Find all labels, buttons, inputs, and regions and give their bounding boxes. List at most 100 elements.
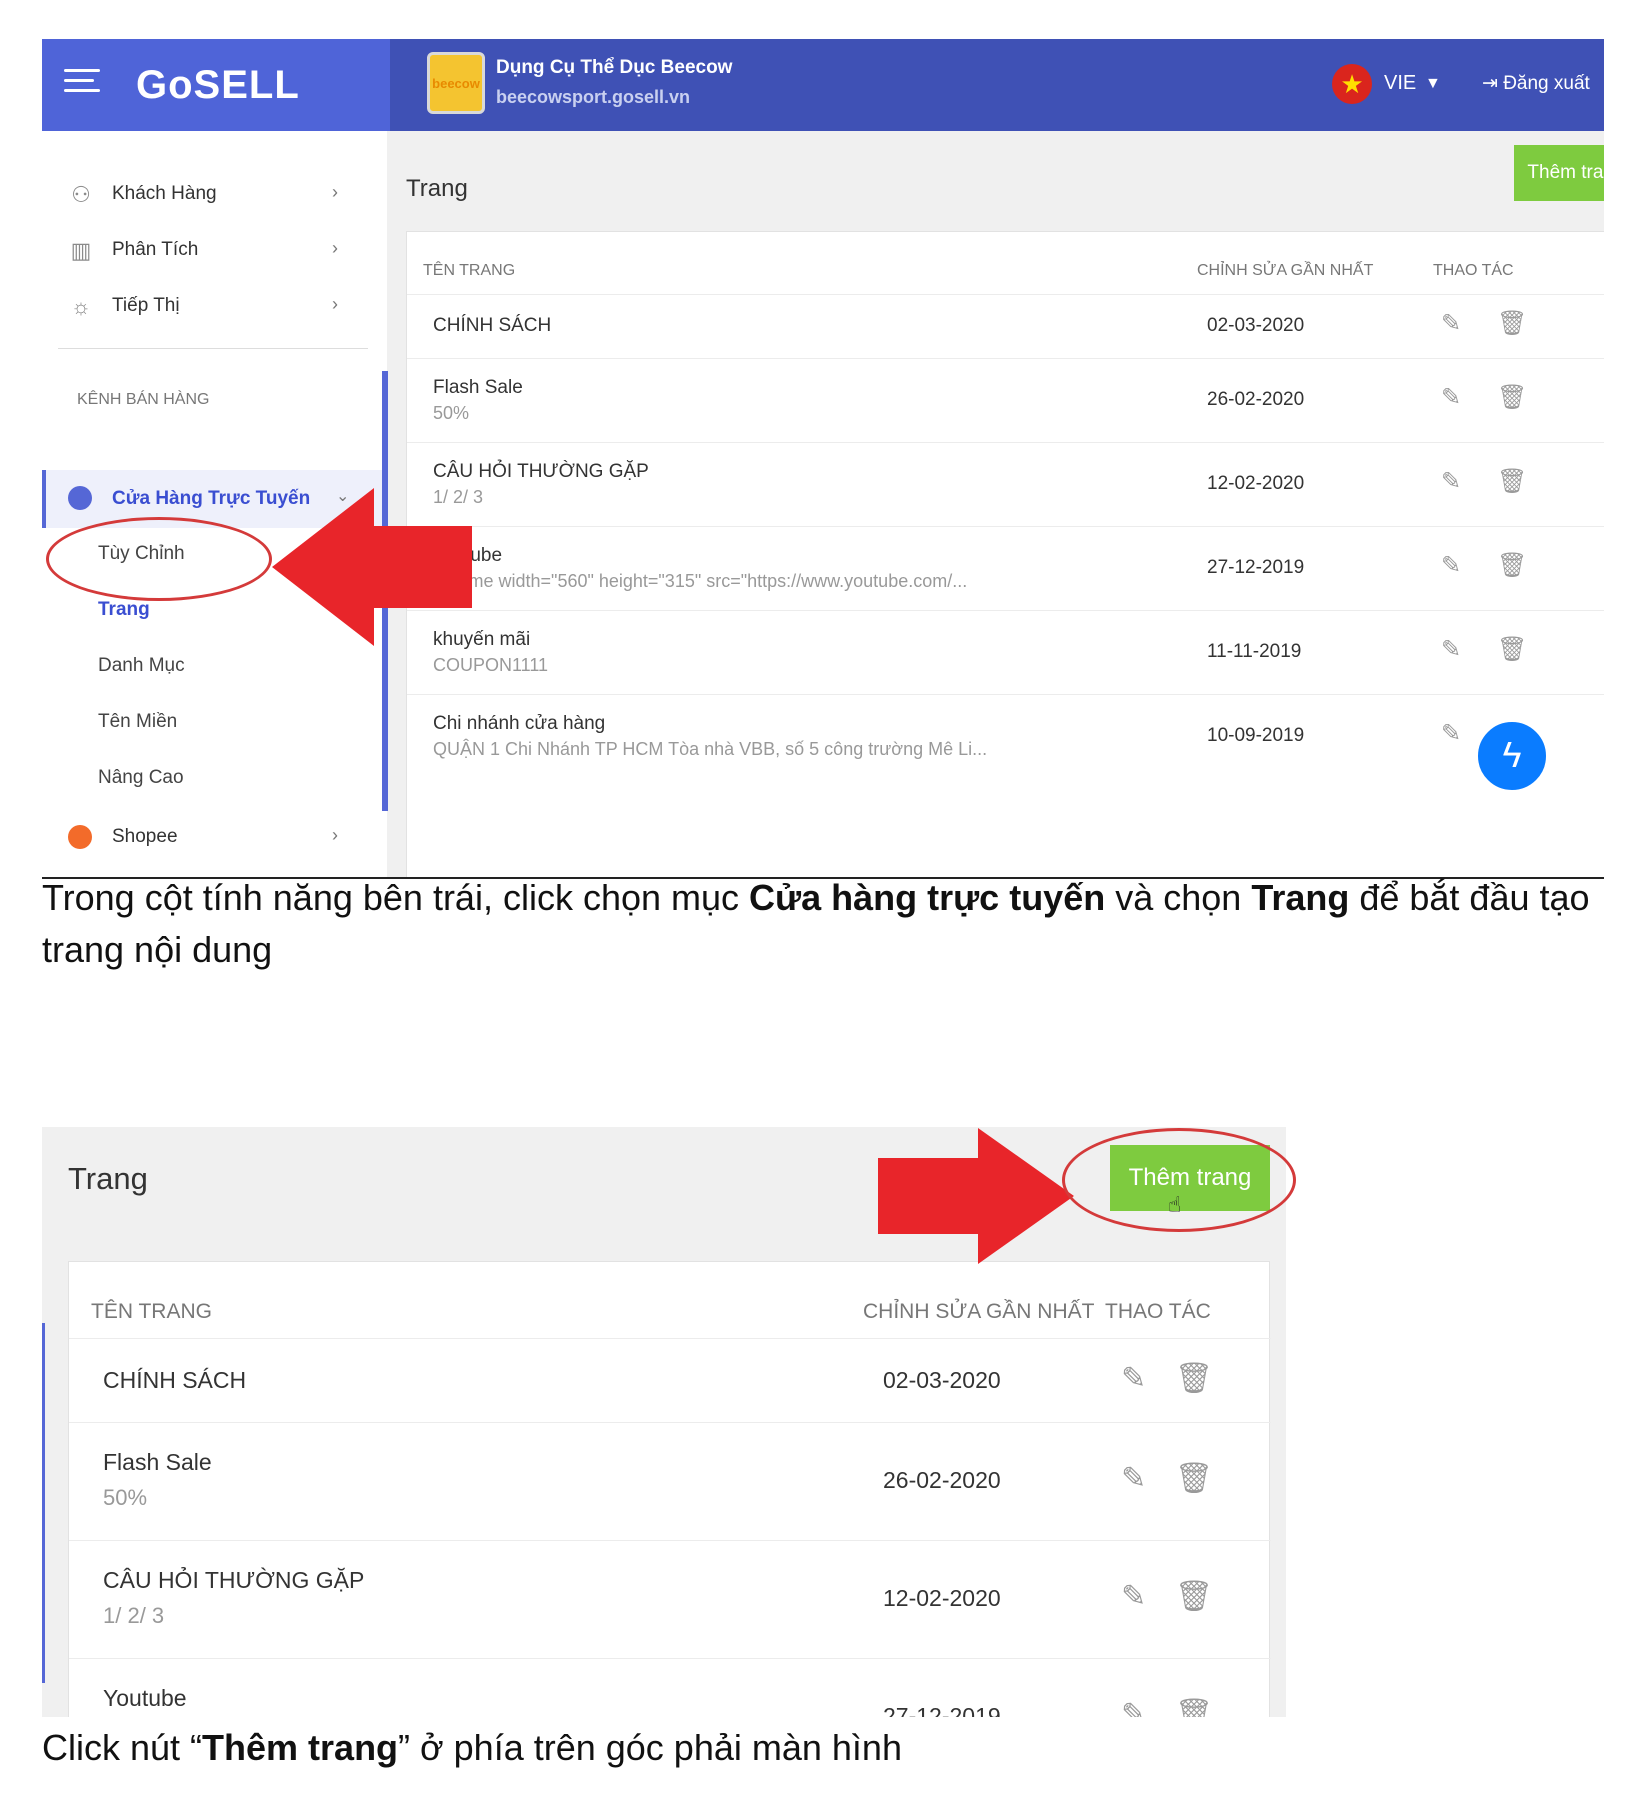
language-label[interactable]: VIE (1384, 72, 1416, 95)
store-logo: beecow (427, 52, 485, 114)
page-name: Flash Sale (103, 1449, 212, 1475)
caption-text: Trong cột tính năng bên trái, click chọn… (42, 877, 750, 918)
last-edited-date: 02-03-2020 (1207, 315, 1305, 336)
trash-icon[interactable]: 🗑 (1497, 309, 1527, 338)
sidebar-item-analytics[interactable]: ▥ Phân Tích › (42, 222, 387, 278)
main-content: Trang Thêm trang TÊN TRANG CHỈNH SỬA GẦN… (390, 131, 1604, 877)
edit-icon[interactable]: ✎ (1441, 551, 1461, 580)
page-excerpt: 1/ 2/ 3 (103, 1603, 165, 1628)
page-title: Trang (406, 175, 468, 202)
last-edited-date: 02-03-2020 (883, 1367, 1001, 1393)
page-name: Youtube (103, 1685, 187, 1711)
edit-icon[interactable]: ✎ (1441, 467, 1461, 496)
page-name: Flash Sale (433, 377, 523, 398)
trash-icon[interactable]: 🗑 (1497, 635, 1527, 664)
app-logo: GoSELL (136, 63, 300, 107)
column-header-page-name: TÊN TRANG (91, 1300, 212, 1323)
column-header-last-edited: CHỈNH SỬA GẦN NHẤT (1197, 262, 1374, 279)
vietnam-flag-icon[interactable]: ★ (1332, 64, 1372, 104)
sidebar-item-label: Tiếp Thị (112, 295, 180, 316)
page-name: CÂU HỎI THƯỜNG GẶP (103, 1567, 365, 1593)
customers-icon: ⚇ (71, 182, 91, 207)
page-excerpt: 50% (103, 1485, 148, 1510)
table-row[interactable]: Youtube <iframe width="560" height="315"… (407, 526, 1604, 610)
last-edited-date: 27-12-2019 (883, 1703, 1001, 1717)
table-row[interactable]: khuyến mãi COUPON1111 11-11-2019 ✎ 🗑 (407, 610, 1604, 694)
logout-button[interactable]: ⇥ Đăng xuất (1482, 72, 1590, 95)
page-name: Chi nhánh cửa hàng (433, 713, 606, 734)
highlight-ellipse (46, 517, 272, 601)
instruction-caption-1: Trong cột tính năng bên trái, click chọn… (42, 872, 1602, 976)
messenger-chat-button[interactable]: ϟ (1474, 718, 1550, 794)
caption-bold: Cửa hàng trực tuyến (749, 877, 1106, 918)
last-edited-date: 10-09-2019 (1207, 725, 1305, 746)
column-header-actions: THAO TÁC (1433, 262, 1514, 279)
trash-icon[interactable]: 🗑 (1497, 551, 1527, 580)
store-url: beecowsport.gosell.vn (496, 87, 691, 107)
trash-icon[interactable]: 🗑 (1497, 383, 1527, 412)
caption-bold: Trang (1251, 877, 1350, 918)
trash-icon[interactable]: 🗑 (1497, 467, 1527, 496)
edit-icon[interactable]: ✎ (1121, 1461, 1146, 1496)
screenshot-sidebar-navigation: GoSELL beecow Dụng Cụ Thể Dục Beecow bee… (42, 39, 1604, 879)
add-page-button[interactable]: Thêm trang (1514, 145, 1604, 201)
edit-icon[interactable]: ✎ (1121, 1579, 1146, 1614)
edit-icon[interactable]: ✎ (1121, 1697, 1146, 1717)
page-name: CHÍNH SÁCH (103, 1367, 247, 1393)
analytics-icon: ▥ (70, 238, 92, 263)
page-excerpt: COUPON1111 (433, 655, 549, 675)
page-excerpt: QUẬN 1 Chi Nhánh TP HCM Tòa nhà VBB, số … (433, 739, 988, 759)
table-row[interactable]: Youtube 27-12-2019 ✎ 🗑 (69, 1658, 1271, 1717)
hand-cursor-icon: ☝ (1168, 1192, 1182, 1217)
sidebar-sub-item-advanced[interactable]: Nâng Cao (98, 767, 184, 789)
trash-icon[interactable]: 🗑 (1175, 1579, 1213, 1614)
table-row[interactable]: CÂU HỎI THƯỜNG GẶP 1/ 2/ 3 12-02-2020 ✎ … (69, 1540, 1271, 1658)
chevron-right-icon: › (332, 182, 338, 202)
top-bar: GoSELL beecow Dụng Cụ Thể Dục Beecow bee… (42, 39, 1604, 131)
annotation-arrow-left-icon (272, 488, 472, 646)
last-edited-date: 11-11-2019 (1207, 641, 1302, 662)
sidebar-item-label: Shopee (112, 826, 178, 847)
edit-icon[interactable]: ✎ (1121, 1361, 1146, 1396)
column-header-page-name: TÊN TRANG (423, 262, 516, 279)
menu-icon[interactable] (64, 69, 100, 99)
caret-down-icon[interactable]: ▼ (1425, 75, 1441, 93)
table-row[interactable]: CHÍNH SÁCH 02-03-2020 ✎ 🗑 (69, 1338, 1271, 1422)
brand-area: GoSELL (42, 39, 390, 131)
last-edited-date: 26-02-2020 (883, 1467, 1001, 1493)
messenger-icon: ϟ (1502, 734, 1522, 775)
section-title-sales-channels: KÊNH BÁN HÀNG (77, 391, 210, 408)
chevron-right-icon: › (332, 238, 338, 258)
last-edited-date: 27-12-2019 (1207, 557, 1305, 578)
table-row[interactable]: Chi nhánh cửa hàng QUẬN 1 Chi Nhánh TP H… (407, 694, 1604, 778)
trash-icon[interactable]: 🗑 (1175, 1361, 1213, 1396)
trash-icon[interactable]: 🗑 (1175, 1461, 1213, 1496)
sidebar-sub-item-pages[interactable]: Trang (98, 599, 150, 621)
edit-icon[interactable]: ✎ (1441, 719, 1461, 748)
store-icon (68, 486, 92, 510)
page-excerpt: <iframe width="560" height="315" src="ht… (433, 571, 968, 591)
caption-text: Click nút “ (42, 1727, 203, 1768)
table-row[interactable]: CHÍNH SÁCH 02-03-2020 ✎ 🗑 (407, 294, 1604, 358)
sidebar-item-shopee[interactable]: Shopee › (42, 809, 387, 865)
annotation-arrow-right-icon (878, 1128, 1074, 1264)
sidebar-item-customers[interactable]: ⚇ Khách Hàng › (42, 166, 387, 222)
trash-icon[interactable]: 🗑 (1175, 1697, 1213, 1717)
edit-icon[interactable]: ✎ (1441, 383, 1461, 412)
sidebar-item-label: Phân Tích (112, 239, 199, 260)
sidebar-sub-item-domains[interactable]: Tên Miền (98, 711, 177, 733)
caption-text: ” ở phía trên góc phải màn hình (398, 1727, 902, 1768)
table-row[interactable]: CÂU HỎI THƯỜNG GẶP 1/ 2/ 3 12-02-2020 ✎ … (407, 442, 1604, 526)
store-name: Dụng Cụ Thể Dục Beecow (496, 57, 733, 78)
last-edited-date: 12-02-2020 (883, 1585, 1001, 1611)
column-header-last-edited: CHỈNH SỬA GẦN NHẤT (863, 1300, 1095, 1323)
sidebar-item-marketing[interactable]: ☼ Tiếp Thị › (42, 278, 387, 334)
edit-icon[interactable]: ✎ (1441, 309, 1461, 338)
edit-icon[interactable]: ✎ (1441, 635, 1461, 664)
table-row[interactable]: Flash Sale 50% 26-02-2020 ✎ 🗑 (69, 1422, 1271, 1540)
chevron-right-icon: › (332, 825, 338, 845)
sidebar-sub-item-categories[interactable]: Danh Mục (98, 655, 185, 677)
marketing-icon: ☼ (70, 294, 92, 319)
table-row[interactable]: Flash Sale 50% 26-02-2020 ✎ 🗑 (407, 358, 1604, 442)
scrollbar[interactable] (42, 1323, 45, 1683)
